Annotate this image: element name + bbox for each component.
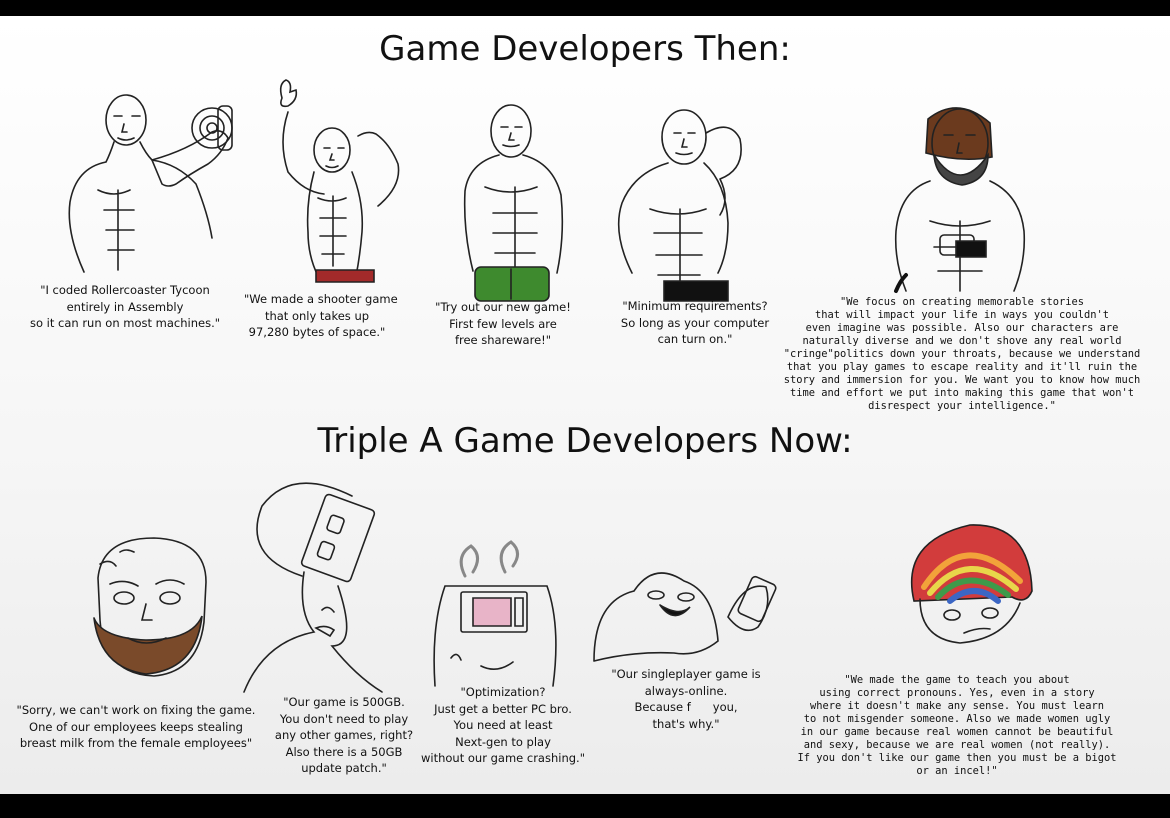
then-caption-2: "We made a shooter game that only takes …	[244, 292, 398, 339]
power-strip-soyjak-icon	[238, 482, 388, 695]
meme-canvas: Game Developers Then: Triple A Game Deve…	[0, 16, 1170, 794]
now-caption-2: "Our game is 500GB. You don't need to pl…	[274, 695, 414, 775]
dumbbell-curl-chad-icon	[58, 90, 248, 275]
flexing-chad-icon	[262, 78, 412, 284]
then-caption-3: "Try out our new game! First few levels …	[435, 300, 571, 347]
now-caption-1: "Sorry, we can't work on fixing the game…	[16, 703, 256, 750]
now-caption-5: "We made the game to teach you about usi…	[797, 674, 1117, 777]
then-caption-1: "I coded Rollercoaster Tycoon entirely i…	[29, 283, 221, 330]
then-caption-5: "We focus on creating memorable stories …	[783, 296, 1141, 412]
then-caption-4: "Minimum requirements? So long as your c…	[620, 299, 770, 346]
brainlet-phone-soyjak-icon	[590, 561, 780, 672]
now-title: Triple A Game Developers Now:	[317, 421, 853, 461]
then-title: Game Developers Then:	[379, 29, 791, 69]
posing-chad-icon	[610, 109, 760, 302]
smoking-computer-soyjak-icon	[425, 536, 555, 696]
now-caption-3: "Optimization? Just get a better PC bro.…	[421, 685, 585, 765]
bearded-soyjak-icon	[80, 538, 210, 678]
bearded-chad-icon	[880, 101, 1030, 300]
shirtless-chad-icon	[455, 103, 585, 301]
rainbow-hair-soyjak-icon	[890, 521, 1040, 651]
now-caption-4: "Our singleplayer game is always-online.…	[611, 667, 761, 731]
